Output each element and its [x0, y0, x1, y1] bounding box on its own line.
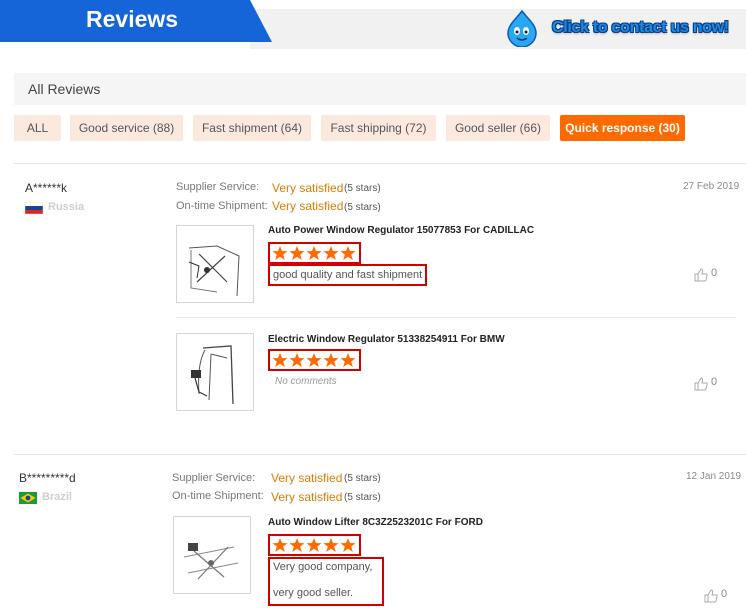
star-icon [272, 353, 288, 367]
thumbs-up-icon[interactable] [694, 377, 708, 391]
thumbs-up-icon[interactable] [694, 268, 708, 282]
all-reviews-bar: All Reviews [14, 73, 746, 105]
supplier-service-stars: (5 stars) [344, 183, 381, 194]
reviewer-country: Russia [48, 201, 85, 213]
filter-good-service[interactable]: Good service (88) [70, 115, 183, 141]
star-icon [272, 246, 288, 260]
star-icon [323, 538, 339, 552]
filter-fast-shipping[interactable]: Fast shipping (72) [321, 115, 436, 141]
star-icon [306, 246, 322, 260]
comment-line: very good seller. [273, 587, 354, 599]
filter-fast-shipment[interactable]: Fast shipment (64) [193, 115, 311, 141]
item-divider [176, 317, 736, 318]
like-count: 0 [711, 267, 718, 279]
star-icon [323, 353, 339, 367]
window-regulator-image [191, 345, 234, 405]
review-comment: Very good company, very good seller. [268, 557, 384, 606]
supplier-service-label: Supplier Service: [172, 472, 256, 484]
star-icon [340, 246, 356, 260]
star-icon [289, 246, 305, 260]
ontime-shipment-label: On-time Shipment: [172, 490, 264, 502]
ontime-shipment-value: Very satisfied [271, 490, 343, 504]
divider [14, 163, 746, 164]
ontime-shipment-stars: (5 stars) [344, 202, 381, 213]
reviewer-country: Brazil [42, 491, 72, 503]
contact-button[interactable]: Click to contact us now! [503, 9, 746, 49]
star-icon [306, 538, 322, 552]
product-title[interactable]: Auto Window Lifter 8C3Z2523201C For FORD [268, 517, 483, 528]
product-title[interactable]: Auto Power Window Regulator 15077853 For… [268, 225, 534, 236]
header-bar: Reviews Click to contact us now! [0, 0, 746, 50]
rating-stars [268, 534, 361, 556]
all-reviews-label: All Reviews [28, 81, 101, 97]
supplier-service-value: Very satisfied [271, 471, 343, 485]
reviewer-name: B*********d [19, 471, 76, 485]
divider [14, 454, 746, 455]
review-date: 27 Feb 2019 [683, 181, 740, 192]
like-count: 0 [711, 376, 718, 388]
ontime-shipment-value: Very satisfied [272, 199, 344, 213]
product-thumbnail[interactable] [176, 333, 254, 411]
star-icon [340, 538, 356, 552]
supplier-service-stars: (5 stars) [344, 473, 381, 484]
brazil-flag-icon [19, 492, 37, 504]
window-regulator-image [188, 245, 240, 297]
rating-stars [268, 242, 361, 264]
rating-stars [268, 349, 361, 371]
review-date: 12 Jan 2019 [686, 471, 742, 482]
window-lifter-image [183, 543, 239, 580]
ontime-shipment-label: On-time Shipment: [176, 200, 268, 212]
comment-line: Very good company, [273, 561, 373, 573]
reviewer-name: A******k [25, 181, 68, 195]
star-icon [289, 353, 305, 367]
product-thumbnail[interactable] [176, 225, 254, 303]
chat-mascot-icon [507, 9, 537, 47]
review-comment: good quality and fast shipment [268, 264, 428, 286]
product-title[interactable]: Electric Window Regulator 51338254911 Fo… [268, 334, 505, 345]
star-icon [272, 538, 288, 552]
russia-flag-icon [25, 202, 43, 214]
contact-label: Click to contact us now! [552, 19, 729, 36]
filter-all[interactable]: ALL [14, 115, 61, 141]
filter-quick-response[interactable]: Quick response (30) [560, 115, 685, 141]
product-thumbnail[interactable] [173, 516, 251, 594]
page-title: Reviews [86, 6, 179, 32]
star-icon [306, 353, 322, 367]
star-icon [289, 538, 305, 552]
no-comments-text: No comments [275, 376, 337, 387]
star-icon [340, 353, 356, 367]
filter-good-seller[interactable]: Good seller (66) [446, 115, 550, 141]
like-count: 0 [721, 588, 728, 600]
ontime-shipment-stars: (5 stars) [344, 492, 381, 503]
supplier-service-value: Very satisfied [272, 181, 344, 195]
thumbs-up-icon[interactable] [704, 589, 718, 603]
star-icon [323, 246, 339, 260]
supplier-service-label: Supplier Service: [176, 181, 260, 193]
